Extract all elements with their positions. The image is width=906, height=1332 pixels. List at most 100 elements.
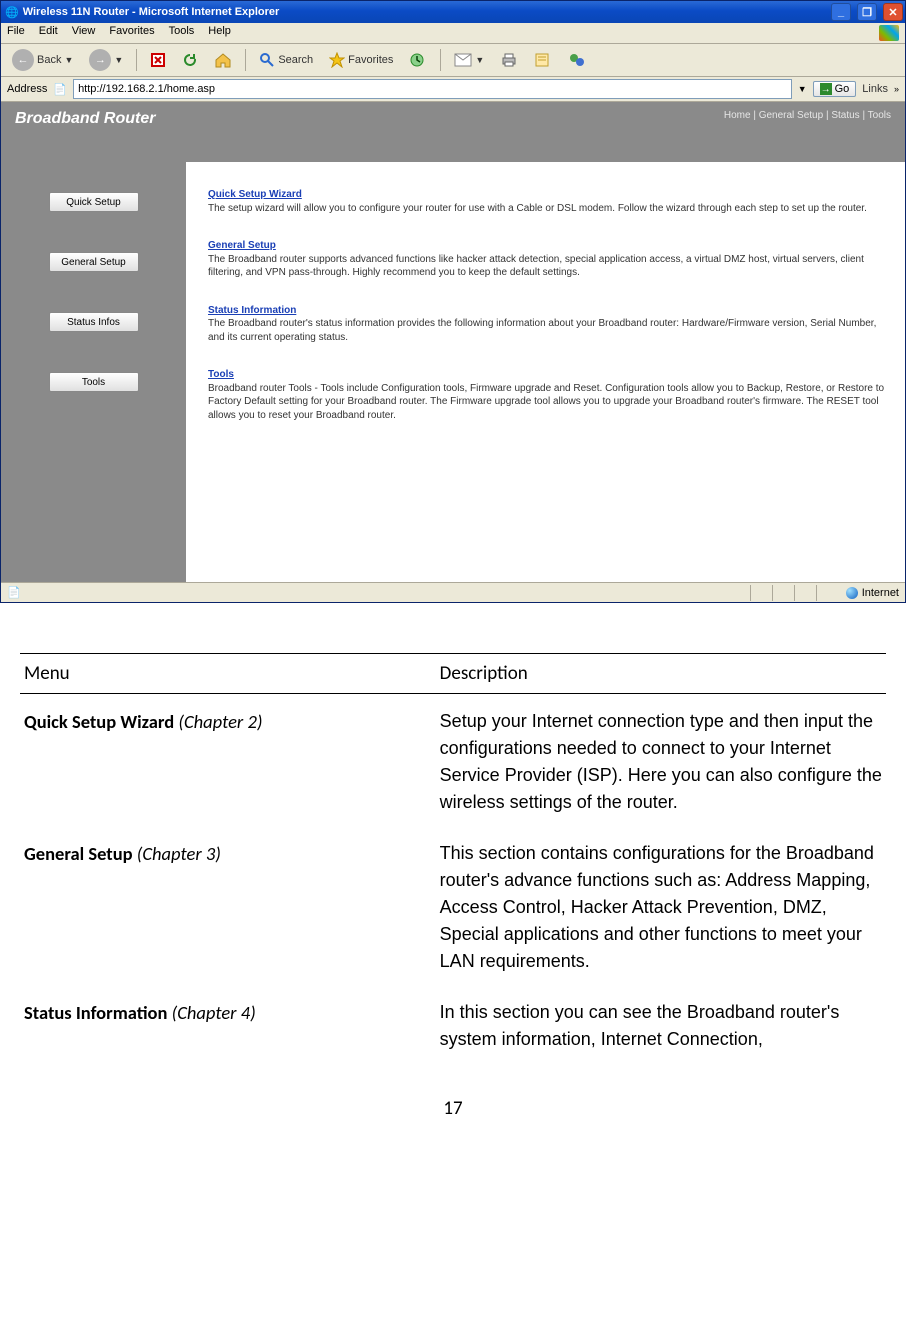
window-minimize-button[interactable]: _	[831, 3, 851, 21]
menu-name: General Setup	[24, 842, 133, 865]
chevron-down-icon: ▼	[64, 55, 73, 65]
menu-view[interactable]: View	[72, 25, 96, 41]
ie-status-bar: 📄 Internet	[1, 582, 905, 602]
menu-cell: Quick Setup Wizard (Chapter 2)	[20, 694, 436, 827]
menu-tools[interactable]: Tools	[169, 25, 195, 41]
col-header-description: Description	[436, 654, 886, 694]
router-header-links[interactable]: Home | General Setup | Status | Tools	[724, 110, 891, 121]
description-cell: In this section you can see the Broadban…	[436, 985, 886, 1063]
ie-titlebar: 🌐 Wireless 11N Router - Microsoft Intern…	[1, 1, 905, 23]
ie-window-title: Wireless 11N Router - Microsoft Internet…	[23, 6, 280, 18]
table-row: Quick Setup Wizard (Chapter 2) Setup you…	[20, 694, 886, 827]
window-maximize-button[interactable]: ❐	[857, 3, 877, 21]
ie-throbber-icon	[879, 25, 899, 41]
description-cell: This section contains configurations for…	[436, 826, 886, 985]
toolbar-separator	[245, 49, 246, 71]
forward-button[interactable]: → ▼	[84, 48, 128, 72]
back-button[interactable]: ← Back ▼	[7, 48, 78, 72]
sidebar-item-label: Tools	[82, 377, 105, 388]
mail-button[interactable]: ▼	[449, 48, 489, 72]
status-zone-label: Internet	[862, 587, 899, 599]
link-general-setup[interactable]: General Setup	[208, 240, 276, 251]
table-row: General Setup (Chapter 3) This section c…	[20, 826, 886, 985]
links-chevron-icon[interactable]: »	[894, 84, 899, 94]
ie-window: 🌐 Wireless 11N Router - Microsoft Intern…	[0, 0, 906, 603]
ie-menubar: File Edit View Favorites Tools Help	[1, 23, 905, 44]
go-arrow-icon: →	[820, 83, 832, 95]
status-zone: Internet	[846, 587, 899, 599]
refresh-button[interactable]	[177, 48, 203, 72]
status-cells	[750, 585, 838, 601]
back-arrow-icon: ←	[12, 49, 34, 71]
ie-toolbar: ← Back ▼ → ▼ Search Favorites	[1, 44, 905, 77]
messenger-icon	[568, 52, 586, 68]
menu-cell: General Setup (Chapter 3)	[20, 826, 436, 985]
go-label: Go	[835, 83, 850, 95]
menu-file[interactable]: File	[7, 25, 25, 41]
search-icon	[259, 52, 275, 68]
sidebar-item-label: General Setup	[61, 257, 126, 268]
sidebar-item-label: Quick Setup	[66, 197, 120, 208]
menu-chapter: (Chapter 3)	[133, 842, 221, 865]
edit-icon	[534, 52, 552, 68]
home-button[interactable]	[209, 48, 237, 72]
page-icon: 📄	[53, 83, 67, 96]
address-dropdown-icon[interactable]: ▼	[798, 84, 807, 94]
search-button[interactable]: Search	[254, 48, 318, 72]
search-label: Search	[278, 54, 313, 66]
sidebar-tools-button[interactable]: Tools	[49, 372, 139, 392]
section-tools: Tools Broadband router Tools - Tools inc…	[208, 368, 887, 422]
menu-cell: Status Information (Chapter 4)	[20, 985, 436, 1063]
section-body: The Broadband router supports advanced f…	[208, 254, 864, 279]
print-icon	[500, 52, 518, 68]
link-status-information[interactable]: Status Information	[208, 305, 296, 316]
status-page-icon: 📄	[7, 586, 21, 599]
router-sidebar: Quick Setup General Setup Status Infos T…	[1, 162, 186, 582]
menu-name: Quick Setup Wizard	[24, 710, 174, 733]
history-icon	[409, 52, 427, 68]
router-body: Quick Setup General Setup Status Infos T…	[1, 162, 905, 582]
section-body: The Broadband router's status informatio…	[208, 318, 876, 343]
globe-icon	[846, 587, 858, 599]
menu-description-table: Menu Description Quick Setup Wizard (Cha…	[20, 653, 886, 1063]
ie-address-bar: Address 📄 ▼ → Go Links »	[1, 77, 905, 102]
sidebar-status-infos-button[interactable]: Status Infos	[49, 312, 139, 332]
link-quick-setup-wizard[interactable]: Quick Setup Wizard	[208, 189, 302, 200]
col-header-menu: Menu	[20, 654, 436, 694]
print-button[interactable]	[495, 48, 523, 72]
go-button[interactable]: → Go	[813, 81, 857, 97]
favorites-label: Favorites	[348, 54, 393, 66]
star-icon	[329, 52, 345, 68]
description-cell: Setup your Internet connection type and …	[436, 694, 886, 827]
menu-edit[interactable]: Edit	[39, 25, 58, 41]
edit-button[interactable]	[529, 48, 557, 72]
router-content: Quick Setup Wizard The setup wizard will…	[186, 162, 905, 582]
menu-favorites[interactable]: Favorites	[109, 25, 154, 41]
home-icon	[214, 52, 232, 68]
ie-app-icon: 🌐	[5, 6, 19, 19]
mail-icon	[454, 53, 472, 67]
back-label: Back	[37, 54, 61, 66]
links-label[interactable]: Links	[862, 83, 888, 95]
menu-help[interactable]: Help	[208, 25, 231, 41]
stop-button[interactable]	[145, 48, 171, 72]
page-number: 17	[20, 1097, 886, 1120]
sidebar-general-setup-button[interactable]: General Setup	[49, 252, 139, 272]
chevron-down-icon: ▼	[114, 55, 123, 65]
history-button[interactable]	[404, 48, 432, 72]
menu-chapter: (Chapter 2)	[174, 710, 262, 733]
section-quick-setup: Quick Setup Wizard The setup wizard will…	[208, 188, 887, 215]
refresh-icon	[182, 52, 198, 68]
favorites-button[interactable]: Favorites	[324, 48, 398, 72]
section-body: Broadband router Tools - Tools include C…	[208, 383, 884, 421]
toolbar-separator	[136, 49, 137, 71]
messenger-button[interactable]	[563, 48, 591, 72]
address-input[interactable]	[73, 79, 792, 99]
forward-arrow-icon: →	[89, 49, 111, 71]
sidebar-quick-setup-button[interactable]: Quick Setup	[49, 192, 139, 212]
address-label: Address	[7, 83, 47, 95]
router-brand: Broadband Router	[15, 110, 155, 128]
window-close-button[interactable]: ✕	[883, 3, 903, 21]
chevron-down-icon: ▼	[475, 55, 484, 65]
link-tools[interactable]: Tools	[208, 369, 234, 380]
